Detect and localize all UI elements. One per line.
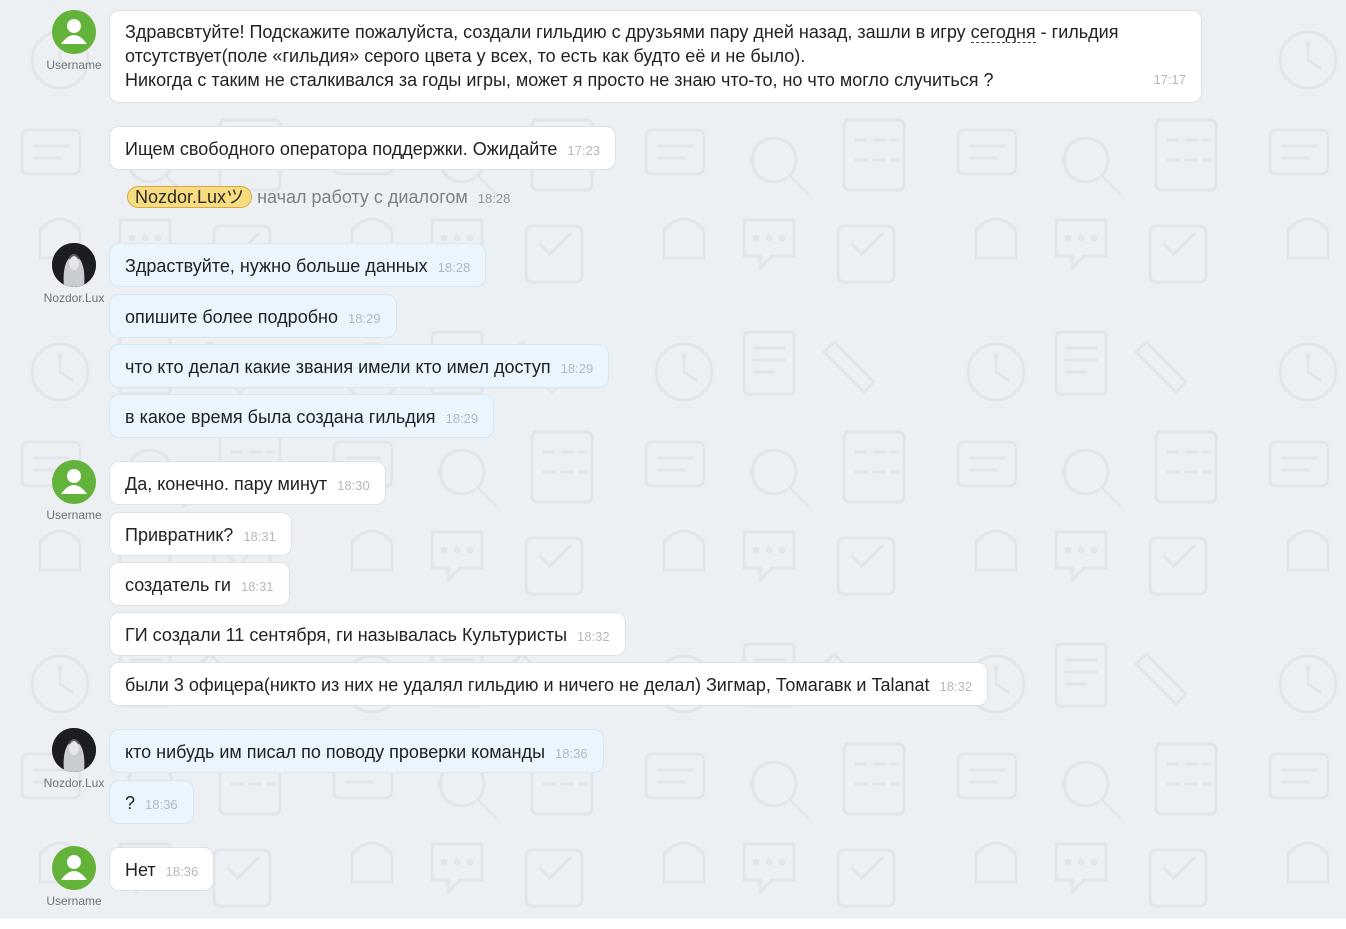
message-bubble[interactable]: Здравсвтуйте! Подскажите пожалуйста, соз… bbox=[109, 10, 1202, 103]
message-text: ? bbox=[125, 793, 136, 813]
message-bubble[interactable]: кто нибудь им писал по поводу проверки к… bbox=[109, 729, 604, 773]
message-text: Нет bbox=[125, 860, 156, 880]
message-text: Здраствуйте, нужно больше данных bbox=[125, 256, 428, 276]
operator-avatar bbox=[52, 243, 96, 287]
message-time: 17:23 bbox=[567, 143, 600, 158]
underlined-word[interactable]: сегодня bbox=[970, 22, 1036, 43]
operator-name-badge[interactable]: Nozdor.Luxツ bbox=[127, 186, 253, 208]
user-silhouette-icon bbox=[61, 469, 87, 494]
message-bubble[interactable]: ГИ создали 11 сентября, ги называлась Ку… bbox=[109, 612, 626, 656]
author-name: Nozdor.Lux bbox=[43, 291, 105, 305]
user-silhouette-icon bbox=[61, 19, 87, 44]
chat-history[interactable]: Username Здравсвтуйте! Подскажите пожалу… bbox=[0, 0, 1346, 917]
user-avatar bbox=[52, 460, 96, 504]
message-time: 18:29 bbox=[347, 311, 381, 326]
message-text: что кто делал какие звания имели кто име… bbox=[125, 357, 551, 377]
message-time: 18:36 bbox=[145, 797, 178, 812]
message-bubble[interactable]: опишите более подробно 18:29 bbox=[109, 294, 397, 338]
message-text: опишите более подробно bbox=[125, 307, 338, 327]
message-bubble[interactable]: Здраствуйте, нужно больше данных 18:28 bbox=[109, 243, 487, 287]
message-bubble[interactable]: Ищем свободного оператора поддержки. Ожи… bbox=[109, 126, 616, 170]
message-text: Да, конечно. пару минут bbox=[125, 474, 328, 494]
author-name: Username bbox=[46, 894, 102, 908]
operator-avatar-photo-icon bbox=[52, 243, 96, 287]
notice-time: 18:28 bbox=[477, 191, 511, 206]
author-name: Nozdor.Lux bbox=[43, 776, 105, 790]
message-bubble[interactable]: Да, конечно. пару минут 18:30 bbox=[109, 461, 386, 505]
message-text: Здравсвтуйте! Подскажите пожалуйста, соз… bbox=[125, 22, 971, 42]
message-bubble[interactable]: Привратник? 18:31 bbox=[109, 512, 292, 556]
message-bubble[interactable]: Нет 18:36 bbox=[109, 847, 215, 891]
message-time: 18:31 bbox=[240, 579, 274, 594]
message-text: ГИ создали 11 сентября, ги называлась Ку… bbox=[125, 625, 568, 645]
bottom-edge bbox=[0, 917, 1346, 929]
message-bubble[interactable]: были 3 офицера(никто из них не удалял ги… bbox=[109, 662, 989, 706]
message-text: Привратник? bbox=[125, 525, 234, 545]
message-time: 18:31 bbox=[243, 529, 276, 544]
message-time: 18:36 bbox=[555, 746, 588, 761]
message-time: 18:29 bbox=[560, 361, 594, 376]
message-bubble[interactable]: ? 18:36 bbox=[109, 780, 194, 824]
author-name: Username bbox=[46, 508, 102, 522]
notice-text: начал работу с диалогом bbox=[257, 187, 468, 207]
message-bubble[interactable]: в какое время была создана гильдия 18:29 bbox=[109, 394, 495, 438]
message-text: в какое время была создана гильдия bbox=[125, 407, 436, 427]
message-time: 18:36 bbox=[165, 864, 199, 879]
message-bubble[interactable]: создатель ги 18:31 bbox=[109, 562, 290, 606]
operator-avatar-photo-icon bbox=[52, 728, 96, 772]
message-time: 18:28 bbox=[437, 260, 471, 275]
message-text: кто нибудь им писал по поводу проверки к… bbox=[125, 742, 546, 762]
message-text: создатель ги bbox=[125, 575, 231, 595]
message-time: 18:32 bbox=[939, 679, 973, 694]
user-avatar bbox=[52, 10, 96, 54]
message-time: 18:30 bbox=[337, 478, 370, 493]
operator-joined-notice: Nozdor.Luxツ начал работу с диалогом 18:28 bbox=[127, 186, 510, 208]
operator-avatar bbox=[52, 728, 96, 772]
author-name: Username bbox=[46, 58, 102, 72]
message-bubble[interactable]: что кто делал какие звания имели кто име… bbox=[109, 344, 610, 388]
user-silhouette-icon bbox=[61, 855, 87, 880]
message-time: 18:32 bbox=[577, 629, 610, 644]
message-text: были 3 офицера(никто из них не удалял ги… bbox=[125, 675, 930, 695]
message-text: Ищем свободного оператора поддержки. Ожи… bbox=[125, 139, 558, 159]
user-avatar bbox=[52, 846, 96, 890]
message-text: Никогда с таким не сталкивался за годы и… bbox=[125, 70, 994, 90]
message-time: 17:17 bbox=[1153, 72, 1186, 87]
message-time: 18:29 bbox=[445, 411, 479, 426]
